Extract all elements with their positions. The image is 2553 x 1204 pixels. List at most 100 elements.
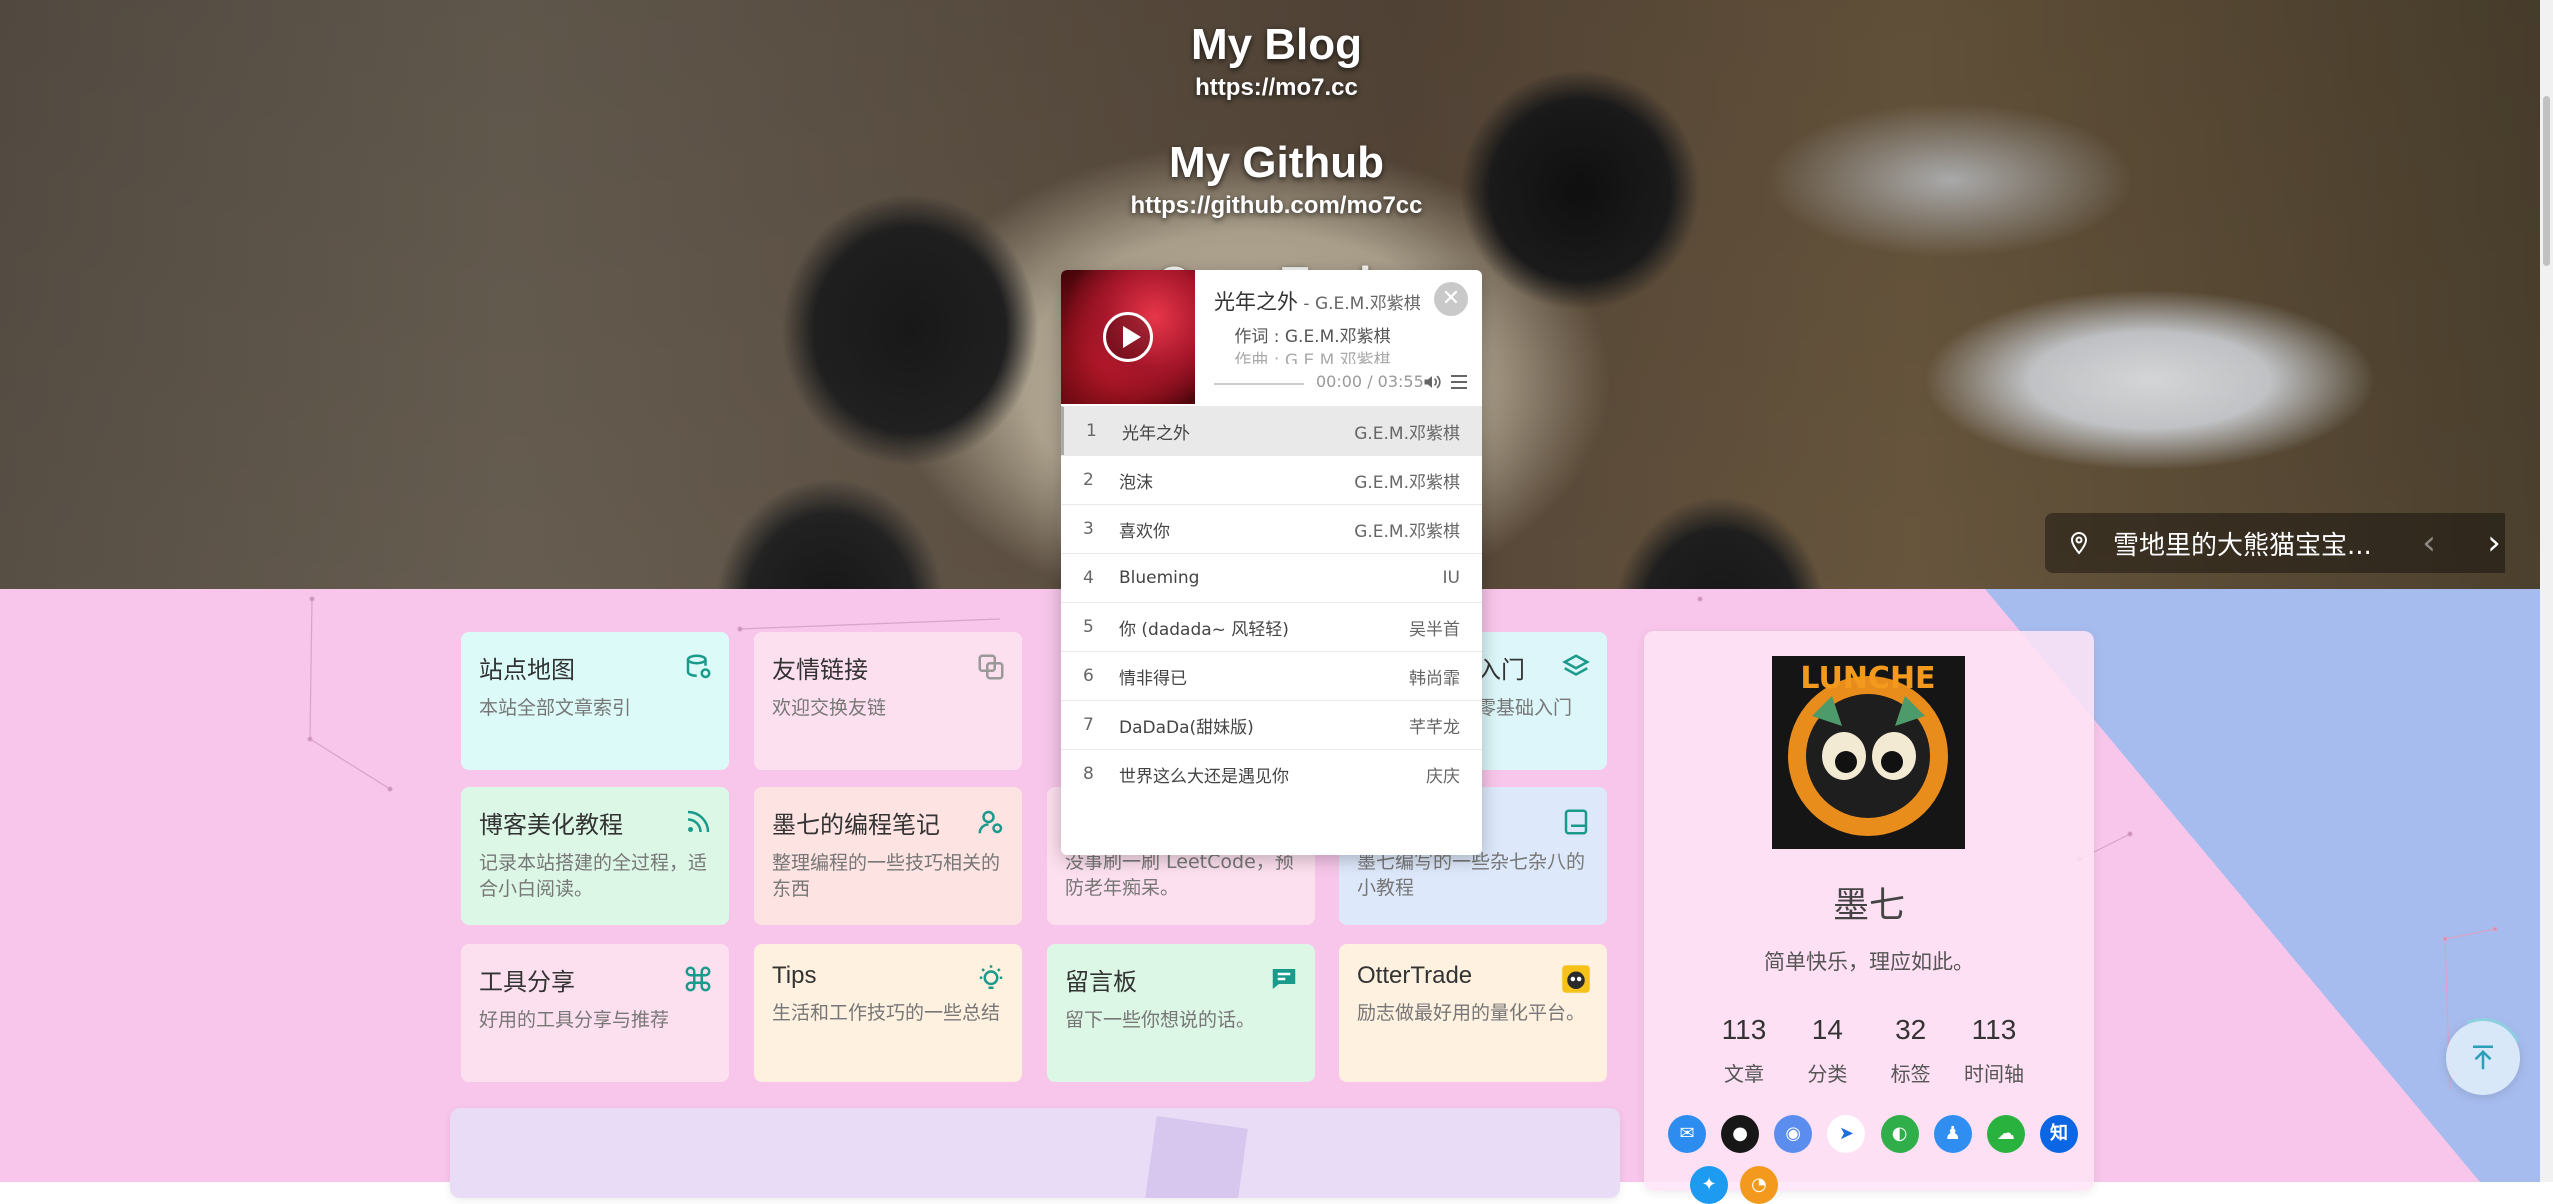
playlist-item[interactable]: 6 情非得已 韩尚霏	[1061, 651, 1482, 700]
featured-banner[interactable]	[450, 1108, 1620, 1198]
card-board[interactable]: 留言板 留下一些你想说的话。	[1047, 944, 1315, 1082]
card-sitemap[interactable]: 站点地图 本站全部文章索引	[461, 632, 729, 770]
carousel-prev-button[interactable]: ‹	[2404, 516, 2454, 570]
card-desc: 留下一些你想说的话。	[1065, 1009, 1256, 1031]
card-friends[interactable]: 友情链接 欢迎交换友链	[754, 632, 1022, 770]
avatar[interactable]: LUNCHE	[1772, 656, 1965, 849]
track-name: Blueming	[1119, 568, 1200, 588]
track-name: 喜欢你	[1119, 521, 1170, 542]
card-desc: 励志做最好用的量化平台。	[1357, 1002, 1586, 1024]
volume-icon[interactable]	[1422, 372, 1442, 392]
card-title: 站点地图	[479, 657, 575, 684]
hero-title-github[interactable]: My Github	[0, 138, 2553, 188]
stat-categories[interactable]: 14 分类	[1787, 1014, 1867, 1087]
track-index: 3	[1083, 519, 1094, 539]
card-desc: 本站全部文章索引	[479, 697, 632, 719]
profile-motto: 简单快乐，理应如此。	[1764, 950, 1974, 974]
playlist-item[interactable]: 2 泡沫 G.E.M.邓紫棋	[1061, 455, 1482, 504]
track-name: DaDaDa(甜妹版)	[1119, 717, 1254, 738]
music-player: 光年之外 - G.E.M.邓紫棋 作词 : G.E.M.邓紫棋 作曲 : G.E…	[1061, 270, 1482, 855]
page-scrollbar[interactable]	[2540, 0, 2553, 1182]
track-name: 情非得已	[1119, 668, 1187, 689]
track-index: 8	[1083, 764, 1094, 784]
discord-icon[interactable]: ◉	[1774, 1115, 1813, 1153]
stat-label: 文章	[1724, 1062, 1764, 1086]
track-index: 4	[1083, 568, 1094, 588]
track-artist: G.E.M.邓紫棋	[1354, 472, 1460, 493]
stat-value: 113	[1721, 1014, 1767, 1045]
scrollbar-thumb[interactable]	[2543, 96, 2550, 266]
back-to-top-button[interactable]	[2446, 1021, 2520, 1095]
otter-logo-icon	[1562, 965, 1590, 993]
track-index: 1	[1086, 421, 1097, 441]
track-name: 光年之外	[1122, 423, 1190, 444]
time-display: 00:00 / 03:55	[1316, 372, 1424, 391]
carousel-next-button[interactable]: ›	[2469, 516, 2519, 570]
track-artist: G.E.M.邓紫棋	[1354, 521, 1460, 542]
track-index: 7	[1083, 715, 1094, 735]
zhihu-icon[interactable]: 知	[2039, 1115, 2078, 1153]
card-beautify[interactable]: 博客美化教程 记录本站搭建的全过程，适合小白阅读。	[461, 787, 729, 925]
card-notes[interactable]: 墨七的编程笔记 整理编程的一些技巧相关的东西	[754, 787, 1022, 925]
card-desc: 欢迎交换友链	[772, 697, 887, 719]
title-separator: -	[1298, 294, 1315, 314]
playlist-item[interactable]: 5 你 (dadada~ 风轻轻) 吴半首	[1061, 602, 1482, 651]
track-artist: 庆庆	[1426, 766, 1460, 787]
avatar-logo-text: LUNCHE	[1800, 661, 1935, 696]
track-artist: 吴半首	[1409, 619, 1460, 640]
card-title: 留言板	[1065, 969, 1137, 996]
stat-tags[interactable]: 32 标签	[1871, 1014, 1951, 1087]
stat-value: 32	[1895, 1014, 1927, 1045]
playlist-item[interactable]: 1 光年之外 G.E.M.邓紫棋	[1061, 406, 1482, 455]
banner-decoration	[1144, 1116, 1248, 1198]
playlist-item[interactable]: 4 Blueming IU	[1061, 553, 1482, 602]
stat-timeline[interactable]: 113 时间轴	[1954, 1014, 2034, 1087]
profile-stats: 113 文章 14 分类 32 标签 113 时间轴	[1704, 1014, 2034, 1087]
playlist: 1 光年之外 G.E.M.邓紫棋 2 泡沫 G.E.M.邓紫棋 3 喜欢你 G.E.M.邓紫棋 4…	[1061, 406, 1482, 798]
wechat-icon[interactable]: ☁	[1986, 1115, 2025, 1153]
track-artist: 芊芊龙	[1409, 717, 1460, 738]
qq-icon[interactable]: ♟	[1933, 1115, 1972, 1153]
track-artist: G.E.M.邓紫棋	[1354, 423, 1460, 444]
hero-url-blog[interactable]: https://mo7.cc	[0, 74, 2553, 102]
card-desc: 墨七编写的一些杂七杂八的小教程	[1357, 851, 1586, 899]
close-button[interactable]: ✕	[1434, 282, 1468, 316]
book-icon	[1564, 809, 1588, 835]
album-cover[interactable]	[1061, 270, 1195, 404]
card-tips[interactable]: Tips 生活和工作技巧的一些总结	[754, 944, 1022, 1082]
playlist-item[interactable]: 7 DaDaDa(甜妹版) 芊芊龙	[1061, 700, 1482, 749]
arrow-up-icon	[2473, 1045, 2493, 1070]
rss-icon[interactable]: ◔	[1740, 1166, 1778, 1204]
card-desc: 整理编程的一些技巧相关的东西	[772, 852, 1001, 900]
playlist-menu-icon[interactable]	[1451, 375, 1467, 389]
playlist-item[interactable]: 8 世界这么大还是遇见你 庆庆	[1061, 749, 1482, 798]
github-icon[interactable]: ●	[1721, 1115, 1760, 1153]
card-tools[interactable]: 工具分享 好用的工具分享与推荐	[461, 944, 729, 1082]
playlist-item[interactable]: 3 喜欢你 G.E.M.邓紫棋	[1061, 504, 1482, 553]
card-title: 博客美化教程	[479, 812, 623, 839]
card-title: Tips	[772, 962, 817, 989]
profile-card: LUNCHE 墨七 简单快乐，理应如此。 113 文章 14 分类 32 标签 113…	[1644, 631, 2094, 1204]
track-name: 世界这么大还是遇见你	[1119, 766, 1289, 787]
message-icon	[1272, 969, 1296, 989]
stat-label: 分类	[1807, 1062, 1848, 1086]
feishu-icon[interactable]: ➤	[1827, 1115, 1866, 1153]
track-artist: 韩尚霏	[1409, 668, 1460, 689]
stat-value: 113	[1971, 1014, 2017, 1045]
card-ottertrade[interactable]: OtterTrade 励志做最好用的量化平台。	[1339, 944, 1607, 1082]
command-icon	[685, 966, 711, 992]
lightbulb-icon	[979, 965, 1003, 989]
play-button[interactable]	[1103, 312, 1153, 362]
twitter-icon[interactable]: ✦	[1690, 1166, 1728, 1204]
stat-articles[interactable]: 113 文章	[1704, 1014, 1784, 1087]
card-desc: 记录本站搭建的全过程，适合小白阅读。	[479, 852, 708, 900]
card-desc: 好用的工具分享与推荐	[479, 1009, 670, 1031]
track-index: 5	[1083, 617, 1094, 637]
wechat-mini-icon[interactable]: ◐	[1880, 1115, 1919, 1153]
card-title: 友情链接	[772, 657, 868, 684]
card-title: OtterTrade	[1357, 962, 1473, 989]
email-icon[interactable]: ✉	[1668, 1115, 1706, 1153]
hero-title-blog[interactable]: My Blog	[0, 20, 2553, 70]
hero-url-github[interactable]: https://github.com/mo7cc	[0, 192, 2553, 220]
progress-bar[interactable]	[1214, 383, 1304, 385]
